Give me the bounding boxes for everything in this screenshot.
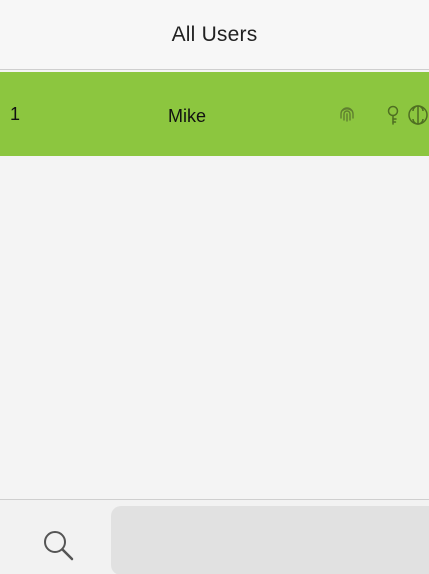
- footer-search-bar: [0, 499, 429, 574]
- user-list-empty-area: [0, 156, 429, 499]
- face-icon: [408, 105, 428, 125]
- user-name: Mike: [168, 106, 207, 126]
- header-bar: All Users: [0, 0, 429, 70]
- fingerprint-icon: [340, 107, 354, 122]
- user-id: 1: [10, 104, 21, 124]
- page-title: All Users: [171, 22, 258, 46]
- search-icon[interactable]: [38, 525, 78, 565]
- user-row-selected[interactable]: 1 Mike: [0, 72, 429, 156]
- search-input[interactable]: [111, 506, 429, 574]
- user-list-screen: All Users 1 Mike: [0, 0, 429, 574]
